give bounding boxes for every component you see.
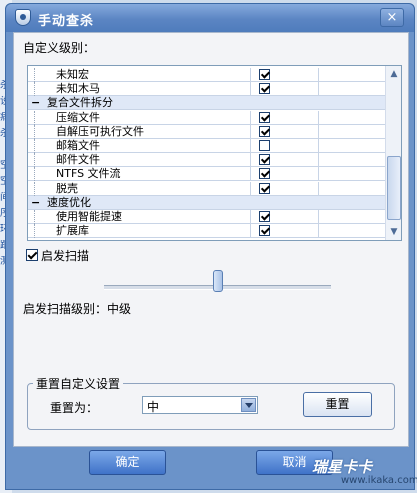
column-divider	[250, 153, 251, 168]
tree-guide-line	[34, 167, 36, 182]
reset-button[interactable]: 重置	[303, 392, 372, 417]
reset-level-select[interactable]: 中	[142, 396, 258, 414]
tree-guide-line	[34, 181, 36, 196]
tree-item-row[interactable]: 扩展库	[28, 224, 385, 239]
tree-item-label: 自解压可执行文件	[56, 124, 144, 138]
start-scan-label: 启发扫描	[41, 249, 90, 263]
shield-icon	[15, 9, 31, 26]
column-divider	[318, 153, 319, 168]
scan-options-tree[interactable]: 未知宏 未知木马 − 复合文件拆分 压缩文件 自解压可执行文件 邮箱文件 邮件文件 NTFS 文…	[27, 65, 402, 241]
column-divider	[318, 181, 319, 196]
tree-viewport: 未知宏 未知木马 − 复合文件拆分 压缩文件 自解压可执行文件 邮箱文件 邮件文件 NTFS 文…	[28, 66, 385, 240]
option-checkbox[interactable]	[259, 211, 270, 222]
tree-item-label: NTFS 文件流	[56, 167, 121, 181]
scroll-up-icon[interactable]: ▲	[386, 66, 401, 82]
option-checkbox[interactable]	[259, 125, 270, 137]
window-title: 手动查杀	[38, 14, 95, 29]
column-divider	[250, 181, 251, 196]
tree-item-label: 邮件文件	[56, 153, 100, 167]
chevron-down-icon[interactable]	[241, 398, 256, 412]
tree-guide-line	[34, 224, 36, 239]
option-checkbox[interactable]	[259, 140, 270, 151]
tree-item-row[interactable]: 脱壳	[28, 181, 385, 196]
tree-item-label: 脱壳	[56, 181, 78, 195]
tree-item-label: 压缩文件	[56, 110, 100, 124]
start-scan-check-icon[interactable]	[26, 249, 38, 261]
option-checkbox[interactable]	[259, 168, 270, 180]
option-checkbox[interactable]	[259, 111, 270, 123]
tree-guide-line	[34, 153, 36, 168]
tree-item-label: 邮箱文件	[56, 139, 100, 152]
column-divider	[318, 82, 319, 97]
tree-item-label: 使用智能提速	[56, 210, 122, 223]
scan-level-text: 启发扫描级别：中级	[23, 302, 132, 316]
column-divider	[318, 224, 319, 239]
tree-group-row[interactable]: − 复合文件拆分	[28, 96, 385, 111]
column-divider	[318, 124, 319, 139]
tree-item-row[interactable]: NTFS 文件流	[28, 167, 385, 182]
column-divider	[318, 68, 319, 82]
option-checkbox[interactable]	[259, 83, 270, 95]
tree-item-row[interactable]: 未知宏	[28, 68, 385, 82]
reset-level-value: 中	[147, 400, 160, 414]
option-checkbox[interactable]	[259, 225, 270, 237]
tree-item-row[interactable]: 邮件文件	[28, 153, 385, 168]
tree-item-row[interactable]: 自解压可执行文件	[28, 124, 385, 139]
watermark-brand: 瑞星卡卡	[312, 458, 373, 476]
tree-item-row[interactable]: 邮箱文件	[28, 139, 385, 153]
column-divider	[250, 82, 251, 97]
tree-item-row[interactable]: 未知木马	[28, 82, 385, 97]
watermark-url: www.ikaka.com	[341, 475, 417, 486]
tree-item-row[interactable]: 压缩文件	[28, 110, 385, 125]
column-divider	[250, 68, 251, 82]
title-bar[interactable]: 手动查杀 ×	[6, 4, 414, 32]
scroll-down-icon[interactable]: ▼	[386, 224, 401, 240]
option-checkbox[interactable]	[259, 154, 270, 166]
reset-group-title: 重置自定义设置	[33, 375, 124, 392]
tree-group-label: 速度优化	[47, 195, 91, 209]
tree-item-label: 扩展库	[56, 224, 89, 238]
tree-scrollbar[interactable]: ▲ ▼	[385, 66, 401, 240]
column-divider	[250, 110, 251, 125]
ok-button[interactable]: 确定	[89, 450, 166, 475]
tree-guide-line	[34, 82, 36, 97]
column-divider	[318, 167, 319, 182]
column-divider	[318, 110, 319, 125]
tree-guide-line	[34, 124, 36, 139]
tree-item-row[interactable]: 使用智能提速	[28, 210, 385, 224]
tree-guide-line	[34, 110, 36, 125]
dialog-body: 自定义级别： 未知宏 未知木马 − 复合文件拆分 压缩文件 自解压可执行文件 邮箱文件 邮件文…	[13, 32, 409, 447]
option-checkbox[interactable]	[259, 182, 270, 194]
tree-guide-line	[34, 139, 36, 153]
tree-group-label: 复合文件拆分	[47, 96, 113, 110]
collapse-icon[interactable]: −	[31, 196, 40, 209]
column-divider	[318, 210, 319, 224]
scan-level-slider-thumb[interactable]	[212, 270, 223, 292]
option-checkbox[interactable]	[259, 69, 270, 80]
tree-guide-line	[34, 68, 36, 82]
column-divider	[250, 124, 251, 139]
tree-item-label: 未知宏	[56, 68, 89, 81]
column-divider	[250, 139, 251, 153]
tree-item-label: 未知木马	[56, 82, 100, 96]
tree-guide-line	[34, 210, 36, 224]
close-button[interactable]: ×	[380, 8, 404, 27]
column-divider	[250, 167, 251, 182]
collapse-icon[interactable]: −	[31, 96, 40, 109]
custom-level-label: 自定义级别：	[23, 41, 96, 55]
manual-scan-dialog: 手动查杀 × 自定义级别： 未知宏 未知木马 − 复合文件拆分 压缩文件 自解压可执行文件…	[5, 3, 417, 490]
column-divider	[250, 224, 251, 239]
column-divider	[318, 139, 319, 153]
reset-to-label: 重置为：	[50, 401, 99, 415]
tree-group-row[interactable]: − 速度优化	[28, 195, 385, 210]
column-divider	[250, 210, 251, 224]
scroll-thumb[interactable]	[387, 156, 401, 220]
